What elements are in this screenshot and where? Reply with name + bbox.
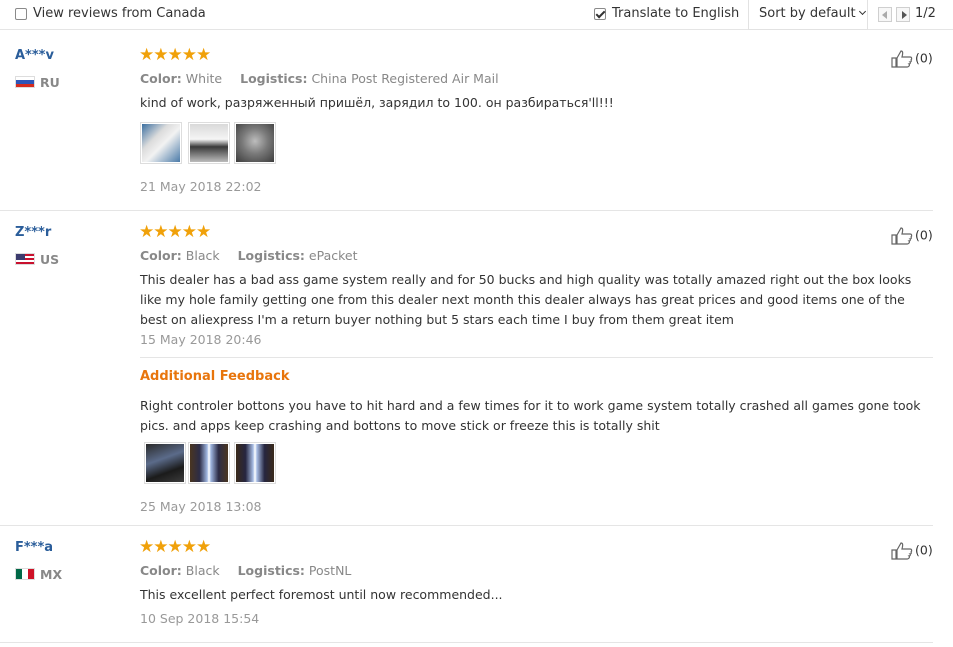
- review-photo-thumbnail[interactable]: [188, 442, 230, 484]
- review-date: 10 Sep 2018 15:54: [140, 611, 260, 626]
- reviewer-name: Z***r: [15, 225, 52, 240]
- color-value: Black: [185, 248, 220, 263]
- additional-feedback-date: 25 May 2018 13:08: [140, 499, 262, 514]
- reviewer-country: RU: [40, 75, 60, 90]
- review-photo-thumbnail[interactable]: [234, 442, 276, 484]
- helpful-count: (0): [915, 227, 933, 243]
- prev-page-button[interactable]: [878, 7, 892, 22]
- view-canada-checkbox[interactable]: [15, 8, 27, 20]
- review-text: kind of work, разряженный пришёл, заряди…: [140, 95, 614, 110]
- review-meta: Color: Black Logistics: ePacket: [140, 248, 358, 263]
- reviewer-name: A***v: [15, 48, 54, 63]
- review-divider: [0, 642, 933, 643]
- review-photo-thumbnail[interactable]: [140, 122, 182, 164]
- reviewer-country: MX: [40, 567, 63, 582]
- prev-page-icon: [882, 11, 887, 19]
- star-rating: ★★★★★: [139, 45, 211, 65]
- additional-feedback-text: Right controler bottons you have to hit …: [140, 398, 921, 433]
- review-text: This dealer has a bad ass game system re…: [140, 272, 912, 327]
- view-canada-label[interactable]: View reviews from Canada: [33, 6, 206, 21]
- logistics-label: Logistics:: [237, 248, 305, 263]
- helpful-count: (0): [915, 50, 933, 66]
- color-label: Color:: [140, 563, 182, 578]
- review-date: 15 May 2018 20:46: [140, 332, 262, 347]
- star-rating: ★★★★★: [139, 222, 211, 242]
- helpful-button[interactable]: (0): [891, 50, 933, 68]
- additional-feedback-title: Additional Feedback: [140, 369, 290, 384]
- thumbs-up-icon: [891, 50, 913, 68]
- flag-us-icon: [15, 253, 35, 265]
- logistics-value: ePacket: [308, 248, 358, 263]
- translate-checkbox[interactable]: [594, 8, 606, 20]
- additional-feedback-divider: [140, 357, 933, 358]
- review-photo-thumbnail[interactable]: [234, 122, 276, 164]
- color-value: Black: [185, 563, 220, 578]
- review-text: This excellent perfect foremost until no…: [140, 587, 503, 602]
- helpful-button[interactable]: (0): [891, 542, 933, 560]
- review-meta: Color: Black Logistics: PostNL: [140, 563, 351, 578]
- star-rating: ★★★★★: [139, 537, 211, 557]
- reviewer-country: US: [40, 252, 60, 267]
- review-photo-thumbnail[interactable]: [144, 442, 186, 484]
- logistics-value: China Post Registered Air Mail: [311, 71, 499, 86]
- sort-dropdown[interactable]: Sort by default: [748, 0, 868, 30]
- page-indicator: 1/2: [915, 6, 936, 21]
- helpful-count: (0): [915, 542, 933, 558]
- color-label: Color:: [140, 71, 182, 86]
- color-value: White: [185, 71, 223, 86]
- sort-label: Sort by default: [759, 6, 856, 21]
- next-page-button[interactable]: [896, 7, 910, 22]
- review-date: 21 May 2018 22:02: [140, 179, 262, 194]
- thumbs-up-icon: [891, 542, 913, 560]
- chevron-down-icon: [858, 7, 866, 16]
- flag-mx-icon: [15, 568, 35, 580]
- logistics-label: Logistics:: [237, 563, 305, 578]
- review-divider: [0, 525, 933, 526]
- review-meta: Color: White Logistics: China Post Regis…: [140, 71, 499, 86]
- thumbs-up-icon: [891, 227, 913, 245]
- next-page-icon: [902, 11, 907, 19]
- translate-label[interactable]: Translate to English: [612, 6, 739, 21]
- color-label: Color:: [140, 248, 182, 263]
- logistics-value: PostNL: [308, 563, 352, 578]
- reviewer-name: F***a: [15, 540, 54, 555]
- logistics-label: Logistics:: [240, 71, 308, 86]
- flag-ru-icon: [15, 76, 35, 88]
- helpful-button[interactable]: (0): [891, 227, 933, 245]
- review-filter-bar: View reviews from Canada Translate to En…: [0, 0, 953, 30]
- review-photo-thumbnail[interactable]: [188, 122, 230, 164]
- review-divider: [0, 210, 933, 211]
